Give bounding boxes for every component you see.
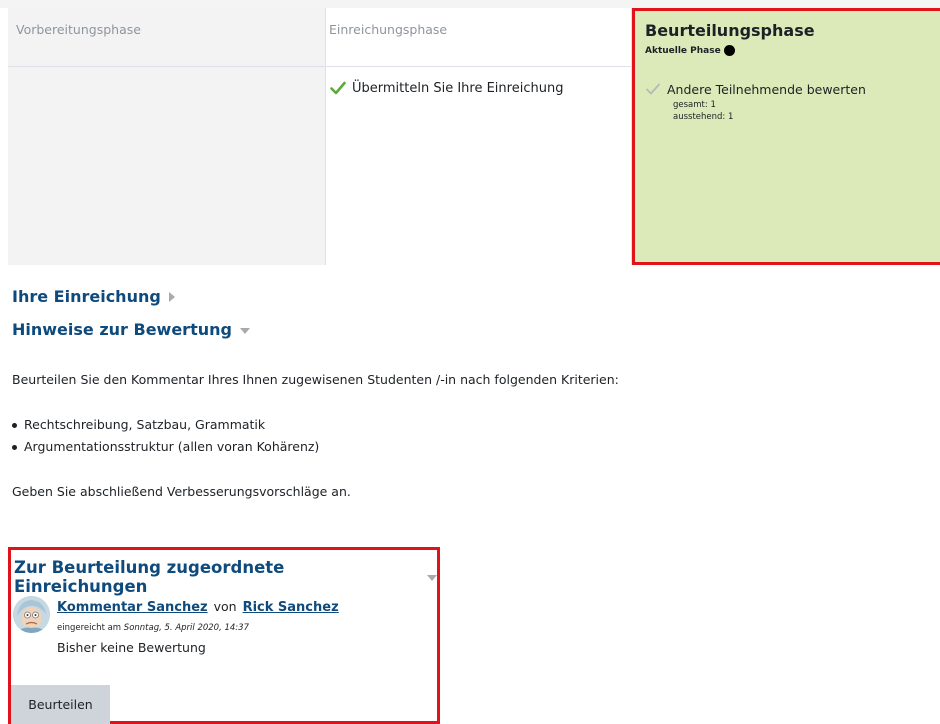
submitted-date: Sonntag, 5. April 2020, 14:37 xyxy=(123,623,249,633)
assessment-total: gesamt: 1 xyxy=(673,100,716,110)
phase-setup-title: Vorbereitungsphase xyxy=(16,22,141,37)
author-link[interactable]: Rick Sanchez xyxy=(243,600,339,615)
current-phase-indicator: Aktuelle Phase xyxy=(645,45,735,56)
criteria-item-label: Rechtschreibung, Satzbau, Grammatik xyxy=(24,417,266,432)
current-phase-dot-icon xyxy=(723,45,735,56)
assessment-task-label: Andere Teilnehmende bewerten xyxy=(667,81,866,97)
phases-table: Vorbereitungsphase Einreichungsphase Übe… xyxy=(8,8,940,265)
phase-assessment-current: Beurteilungsphase Aktuelle Phase Andere … xyxy=(632,8,940,265)
submission-title-link[interactable]: Kommentar Sanchez xyxy=(57,600,208,615)
collapse-down-icon xyxy=(427,575,437,581)
submission-line: Kommentar Sanchez von Rick Sanchez xyxy=(57,599,339,615)
phase-submission-header: Einreichungsphase xyxy=(326,8,631,67)
criteria-list: Rechtschreibung, Satzbau, Grammatik Argu… xyxy=(12,414,319,458)
phase-submission: Einreichungsphase Übermitteln Sie Ihre E… xyxy=(326,8,632,265)
allocated-heading-label: Zur Beurteilung zugeordnete Einreichunge… xyxy=(14,558,285,596)
criteria-item-label: Argumentationsstruktur (allen voran Kohä… xyxy=(24,439,320,454)
assessment-counts: gesamt: 1 ausstehend: 1 xyxy=(673,99,733,123)
phase-setup-header: Vorbereitungsphase xyxy=(8,8,325,67)
allocated-heading[interactable]: Zur Beurteilung zugeordnete Einreichunge… xyxy=(14,558,437,596)
top-strip xyxy=(0,0,940,8)
list-item: Rechtschreibung, Satzbau, Grammatik xyxy=(12,414,319,436)
instructions-heading-label: Hinweise zur Bewertung xyxy=(12,320,232,339)
submission-task: Übermitteln Sie Ihre Einreichung xyxy=(330,80,563,96)
your-submission-heading-label: Ihre Einreichung xyxy=(12,287,161,306)
instructions-intro: Beurteilen Sie den Kommentar Ihres Ihnen… xyxy=(12,372,619,387)
your-submission-heading[interactable]: Ihre Einreichung xyxy=(12,287,175,306)
submitted-meta: eingereicht am Sonntag, 5. April 2020, 1… xyxy=(57,623,249,633)
bullet-icon xyxy=(12,444,17,450)
check-faded-icon xyxy=(646,83,660,95)
instructions-heading[interactable]: Hinweise zur Bewertung xyxy=(12,320,250,339)
expand-right-icon xyxy=(168,291,175,302)
check-icon xyxy=(330,81,346,95)
by-label: von xyxy=(213,599,237,614)
assessment-pending: ausstehend: 1 xyxy=(673,112,734,122)
grade-status: Bisher keine Bewertung xyxy=(57,640,206,655)
phase-assessment-title: Beurteilungsphase xyxy=(645,21,815,40)
allocated-submissions: Zur Beurteilung zugeordnete Einreichunge… xyxy=(8,547,440,724)
list-item: Argumentationsstruktur (allen voran Kohä… xyxy=(12,436,319,458)
bullet-icon xyxy=(12,422,17,428)
instructions-closing: Geben Sie abschließend Verbesserungsvors… xyxy=(12,484,351,499)
submission-task-label: Übermitteln Sie Ihre Einreichung xyxy=(352,80,564,96)
phase-assessment-header: Beurteilungsphase Aktuelle Phase xyxy=(635,11,940,69)
assessment-task: Andere Teilnehmende bewerten xyxy=(645,81,866,97)
assess-button[interactable]: Beurteilen xyxy=(11,685,110,724)
avatar xyxy=(13,596,50,633)
collapse-down-icon xyxy=(239,327,250,334)
avatar-icon xyxy=(13,596,50,633)
phase-submission-title: Einreichungsphase xyxy=(329,22,448,37)
current-phase-label: Aktuelle Phase xyxy=(645,45,721,56)
phase-setup: Vorbereitungsphase xyxy=(8,8,326,265)
submitted-prefix: eingereicht am xyxy=(57,623,122,633)
